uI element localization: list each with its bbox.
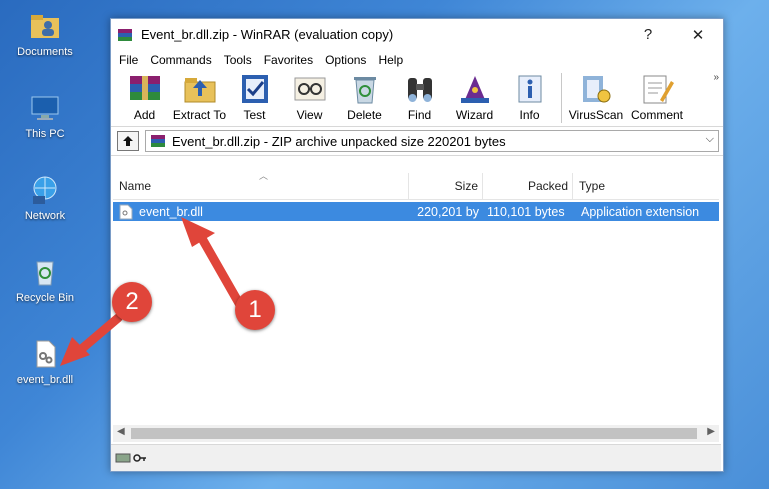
menu-favorites[interactable]: Favorites [258,53,319,67]
computer-icon [29,92,61,124]
menu-tools[interactable]: Tools [218,53,258,67]
desktop-icon-label: Documents [17,46,73,58]
test-checkmark-icon [236,72,274,106]
file-list-header: Name Size Packed Type ︿ [113,171,719,200]
winrar-window: Event_br.dll.zip - WinRAR (evaluation co… [110,18,724,472]
column-size-label: Size [454,179,478,193]
comment-pencil-icon [638,72,676,106]
wizard-button[interactable]: Wizard [447,70,502,122]
key-icon [133,454,146,462]
column-size[interactable]: Size [409,173,483,199]
dll-file-icon [119,204,133,219]
add-label: Add [133,108,156,122]
menu-bar: File Commands Tools Favorites Options He… [111,50,723,70]
status-bar [111,444,721,471]
file-size-cell: 220,201 by [417,204,479,219]
extract-to-button[interactable]: Extract To [172,70,227,122]
close-button[interactable]: ✕ [675,19,721,50]
comment-label: Comment [630,108,683,122]
file-name-cell: event_br.dll [113,202,409,221]
window-title: Event_br.dll.zip - WinRAR (evaluation co… [141,27,394,42]
extract-to-label: Extract To [172,108,227,122]
column-name-label: Name [119,179,152,193]
scrollbar-thumb[interactable] [131,428,697,439]
binoculars-icon [401,72,439,106]
virusscan-label: VirusScan [568,108,624,122]
menu-file[interactable]: File [113,53,144,67]
find-label: Find [407,108,432,122]
drive-icon [115,453,131,463]
menu-commands[interactable]: Commands [144,53,217,67]
toolbar-separator [561,73,562,123]
view-label: View [296,108,323,122]
help-button[interactable]: ? [625,19,671,50]
toolbar: Add Extract To Test View Delete Find Wiz… [111,70,723,127]
add-button[interactable]: Add [117,70,172,122]
sort-arrow-icon: ︿ [259,171,269,181]
step-badge-2: 2 [112,282,152,322]
desktop-icon-event-br-dll[interactable]: event_br.dll [0,338,90,386]
up-arrow-icon [123,136,133,146]
menu-help[interactable]: Help [372,53,409,67]
network-globe-icon [29,174,61,206]
scroll-left-icon[interactable]: ◀ [117,426,125,437]
delete-bin-icon [346,72,384,106]
delete-label: Delete [347,108,382,122]
desktop-icon-documents[interactable]: Documents [0,10,90,58]
folder-user-icon [29,10,61,42]
test-label: Test [243,108,266,122]
toolbar-overflow-chevron[interactable]: » [713,72,719,83]
table-row[interactable]: event_br.dll 220,201 by 110,101 bytes Ap… [113,202,719,221]
virusscan-icon [577,72,615,106]
chevron-down-icon[interactable]: ⌵ [706,133,714,146]
recycle-bin-icon [29,256,61,288]
file-list: Name Size Packed Type ︿ event_br.dll 220… [113,171,719,425]
archive-icon [150,133,166,149]
delete-button[interactable]: Delete [337,70,392,122]
view-glasses-icon [291,72,329,106]
info-icon [511,72,549,106]
info-label: Info [519,108,540,122]
desktop-icon-label: This PC [25,128,65,140]
dll-file-icon [29,338,61,370]
desktop-icon-label: Recycle Bin [15,292,75,304]
file-name: event_br.dll [139,204,203,219]
scroll-right-icon[interactable]: ▶ [707,426,715,437]
up-folder-button[interactable] [117,131,139,151]
winrar-app-icon [117,27,133,43]
menu-options[interactable]: Options [319,53,372,67]
info-button[interactable]: Info [502,70,557,122]
desktop-icon-recycle-bin[interactable]: Recycle Bin [0,256,90,304]
extract-folder-icon [181,72,219,106]
test-button[interactable]: Test [227,70,282,122]
archive-path-text: Event_br.dll.zip - ZIP archive unpacked … [172,133,506,149]
column-packed[interactable]: Packed [483,173,573,199]
file-type-cell: Application extension [581,204,700,219]
desktop-icon-this-pc[interactable]: This PC [0,92,90,140]
column-packed-label: Packed [527,179,568,193]
comment-button[interactable]: Comment [626,70,688,122]
archive-path-field[interactable]: Event_br.dll.zip - ZIP archive unpacked … [145,130,719,152]
column-type-label: Type [579,179,606,193]
wizard-label: Wizard [455,108,494,122]
archive-books-icon [126,72,164,106]
title-bar[interactable]: Event_br.dll.zip - WinRAR (evaluation co… [111,19,723,50]
address-bar: Event_br.dll.zip - ZIP archive unpacked … [111,127,723,156]
view-button[interactable]: View [282,70,337,122]
virusscan-button[interactable]: VirusScan [566,70,626,122]
desktop-icon-label: event_br.dll [16,374,74,386]
file-packed-cell: 110,101 bytes [487,204,565,219]
column-type[interactable]: Type [573,173,719,199]
step-badge-1: 1 [235,290,275,330]
desktop-icon-network[interactable]: Network [0,174,90,222]
wizard-icon [456,72,494,106]
horizontal-scrollbar[interactable]: ◀ ▶ [113,425,719,442]
desktop-icon-label: Network [24,210,66,222]
find-button[interactable]: Find [392,70,447,122]
